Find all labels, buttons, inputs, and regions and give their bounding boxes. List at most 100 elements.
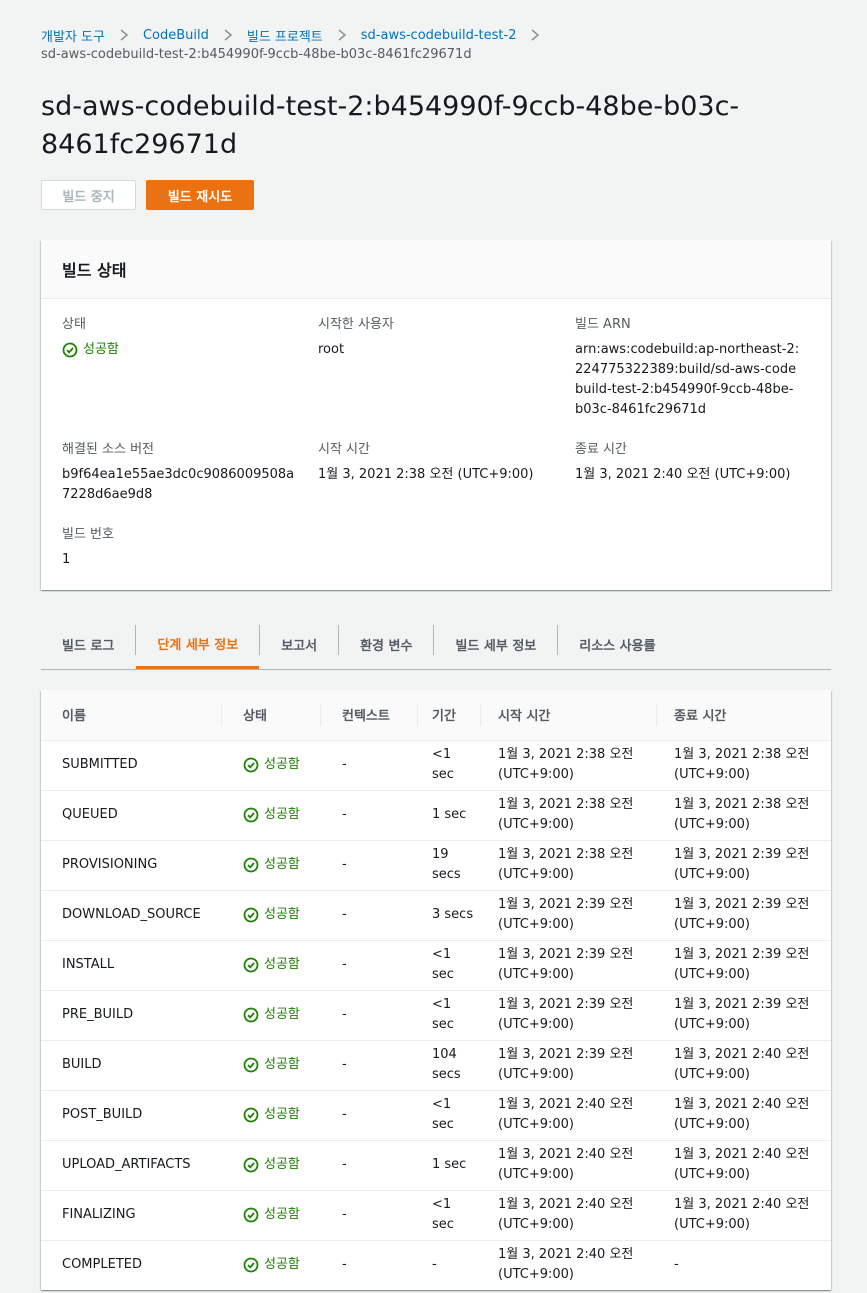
- source-version-value: b9f64ea1e55ae3dc0c9086009508a7228d6ae9d8: [62, 467, 295, 502]
- phase-name: COMPLETED: [62, 1257, 142, 1273]
- phase-table-body: SUBMITTED 성공함 - <1 sec 1월 3, 2021 2:38 오전 (U…: [41, 740, 831, 1290]
- chevron-right-icon: [530, 25, 540, 45]
- table-row: SUBMITTED 성공함 - <1 sec 1월 3, 2021 2:38 오전 (U…: [41, 740, 831, 791]
- tab-build-logs[interactable]: 빌드 로그: [41, 620, 135, 669]
- phase-start-time: 1월 3, 2021 2:40 오전 (UTC+9:00): [498, 1247, 634, 1283]
- phase-start-time: 1월 3, 2021 2:39 오전 (UTC+9:00): [481, 990, 657, 1041]
- arn-value: arn:aws:codebuild:ap-northeast-2:2247753…: [575, 342, 800, 417]
- column-header-status[interactable]: 상태: [222, 690, 321, 741]
- start-time-label: 시작 시간: [318, 442, 370, 457]
- phase-status: 성공함: [222, 1190, 321, 1241]
- phase-context: -: [321, 1140, 418, 1191]
- chevron-right-icon: [337, 25, 347, 45]
- phase-status: 성공함: [222, 1090, 321, 1141]
- table-row: PROVISIONING 성공함 -19 secs 1월 3, 2021 2:38 오…: [41, 840, 831, 891]
- action-bar: 빌드 중지 빌드 재시도: [41, 180, 254, 210]
- phase-table: 이름 상태 컨텍스트 기간 시작 시간 종료 시간 SUBMITTED 성공함 - <…: [41, 690, 831, 1290]
- tab-environment-variables[interactable]: 환경 변수: [339, 620, 433, 669]
- check-circle-icon: [243, 1007, 259, 1023]
- phase-duration: 19 secs: [418, 840, 481, 891]
- phase-start-time: 1월 3, 2021 2:40 오전 (UTC+9:00): [481, 1090, 657, 1141]
- phase-duration: <1 sec: [418, 990, 481, 1041]
- phase-duration: 104 secs: [418, 1040, 481, 1091]
- breadcrumb-codebuild[interactable]: CodeBuild: [143, 28, 209, 43]
- phase-start-time: 1월 3, 2021 2:38 오전 (UTC+9:00): [481, 840, 657, 891]
- status-field: 상태 성공함: [62, 315, 307, 360]
- arn-label: 빌드 ARN: [575, 317, 631, 332]
- build-status-header: 빌드 상태: [41, 240, 831, 299]
- phase-status-value: 성공함: [264, 857, 300, 872]
- build-status-heading: 빌드 상태: [62, 261, 127, 280]
- column-header-duration[interactable]: 기간: [418, 690, 481, 741]
- column-header-end-time[interactable]: 종료 시간: [657, 690, 831, 741]
- phase-status: 성공함: [222, 1040, 321, 1091]
- breadcrumb: 개발자 도구 CodeBuild 빌드 프로젝트 sd-aws-codebuil…: [41, 25, 554, 65]
- check-circle-icon: [243, 1107, 259, 1123]
- breadcrumb-current: sd-aws-codebuild-test-2:b454990f-9ccb-48…: [41, 47, 472, 62]
- phase-status-value: 성공함: [264, 1207, 300, 1222]
- check-circle-icon: [243, 757, 259, 773]
- initiator-value: root: [318, 342, 345, 357]
- phase-start-time: 1월 3, 2021 2:39 오전 (UTC+9:00): [481, 890, 657, 941]
- stop-build-button[interactable]: 빌드 중지: [41, 180, 136, 210]
- phase-name: UPLOAD_ARTIFACTS: [41, 1140, 222, 1191]
- table-row: DOWNLOAD_SOURCE 성공함 -3 secs 1월 3, 2021 2:39…: [41, 890, 831, 941]
- build-number-field: 빌드 번호 1: [62, 525, 307, 570]
- arn-field: 빌드 ARN arn:aws:codebuild:ap-northeast-2:…: [575, 315, 800, 420]
- phase-status-value: 성공함: [264, 807, 300, 822]
- phase-name: DOWNLOAD_SOURCE: [41, 890, 222, 941]
- phase-name: PROVISIONING: [41, 840, 222, 891]
- phase-context: -: [321, 1040, 418, 1091]
- tab-phase-details[interactable]: 단계 세부 정보: [136, 620, 260, 669]
- column-header-name[interactable]: 이름: [41, 690, 222, 741]
- build-status-panel: 빌드 상태 상태 성공함 시작한 사용자 root 빌드 ARN arn:aws…: [41, 240, 831, 590]
- phase-context: -: [321, 890, 418, 941]
- phase-name: PRE_BUILD: [41, 990, 222, 1041]
- detail-tabs: 빌드 로그 단계 세부 정보 보고서 환경 변수 빌드 세부 정보 리소스 사용…: [41, 620, 831, 670]
- table-row: FINALIZING 성공함 - <1 sec 1월 3, 2021 2:40 오전 (…: [41, 1190, 831, 1241]
- breadcrumb-project[interactable]: sd-aws-codebuild-test-2: [361, 28, 517, 43]
- phase-name: BUILD: [41, 1040, 222, 1091]
- phase-duration: <1 sec: [418, 740, 481, 791]
- breadcrumb-build-projects[interactable]: 빌드 프로젝트: [247, 26, 323, 45]
- phase-status: 성공함: [222, 790, 321, 841]
- phase-end-time: 1월 3, 2021 2:40 오전 (UTC+9:00): [657, 1040, 831, 1091]
- end-time-field: 종료 시간 1월 3, 2021 2:40 오전 (UTC+9:00): [575, 440, 820, 485]
- tab-resource-utilization[interactable]: 리소스 사용률: [558, 620, 676, 669]
- phase-duration: 3 secs: [418, 890, 481, 941]
- phase-name: SUBMITTED: [41, 740, 222, 791]
- source-version-field: 해결된 소스 버전 b9f64ea1e55ae3dc0c9086009508a7…: [62, 440, 302, 505]
- phase-context: -: [321, 740, 418, 791]
- phase-end-time: 1월 3, 2021 2:40 오전 (UTC+9:00): [657, 1090, 831, 1141]
- check-circle-icon: [243, 1257, 259, 1273]
- tab-build-details[interactable]: 빌드 세부 정보: [434, 620, 557, 669]
- column-header-start-time[interactable]: 시작 시간: [481, 690, 657, 741]
- table-row: COMPLETED 성공함 - - 1월 3, 2021 2:40 오전 (UTC+9:…: [41, 1240, 831, 1290]
- phase-end-time: 1월 3, 2021 2:38 오전 (UTC+9:00): [657, 790, 831, 841]
- tab-reports[interactable]: 보고서: [260, 620, 338, 669]
- phase-end-time: 1월 3, 2021 2:39 오전 (UTC+9:00): [657, 940, 831, 991]
- table-row: INSTALL 성공함 - <1 sec 1월 3, 2021 2:39 오전 (UTC…: [41, 940, 831, 991]
- phase-status-value: 성공함: [264, 1057, 300, 1072]
- check-circle-icon: [243, 807, 259, 823]
- phase-end-time: 1월 3, 2021 2:38 오전 (UTC+9:00): [657, 740, 831, 791]
- phase-status: 성공함: [222, 740, 321, 791]
- phase-name: FINALIZING: [41, 1190, 222, 1241]
- breadcrumb-developer-tools[interactable]: 개발자 도구: [41, 26, 105, 45]
- status-label: 상태: [62, 317, 86, 332]
- table-row: UPLOAD_ARTIFACTS 성공함 -1 sec 1월 3, 2021 2:40…: [41, 1140, 831, 1191]
- phase-end-time: 1월 3, 2021 2:40 오전 (UTC+9:00): [657, 1190, 831, 1241]
- status-badge: 성공함: [62, 340, 307, 360]
- table-row: BUILD 성공함 -104 secs 1월 3, 2021 2:39 오전 (UTC…: [41, 1040, 831, 1091]
- phase-start-time: 1월 3, 2021 2:38 오전 (UTC+9:00): [481, 740, 657, 791]
- phase-status: 성공함: [222, 890, 321, 941]
- end-time-label: 종료 시간: [575, 442, 627, 457]
- phase-context: -: [321, 990, 418, 1041]
- chevron-right-icon: [223, 25, 233, 45]
- check-circle-icon: [243, 1157, 259, 1173]
- column-header-context[interactable]: 컨텍스트: [321, 690, 418, 741]
- check-circle-icon: [243, 907, 259, 923]
- phase-end-time: 1월 3, 2021 2:40 오전 (UTC+9:00): [657, 1140, 831, 1191]
- retry-build-button[interactable]: 빌드 재시도: [146, 180, 254, 210]
- check-circle-icon: [243, 1057, 259, 1073]
